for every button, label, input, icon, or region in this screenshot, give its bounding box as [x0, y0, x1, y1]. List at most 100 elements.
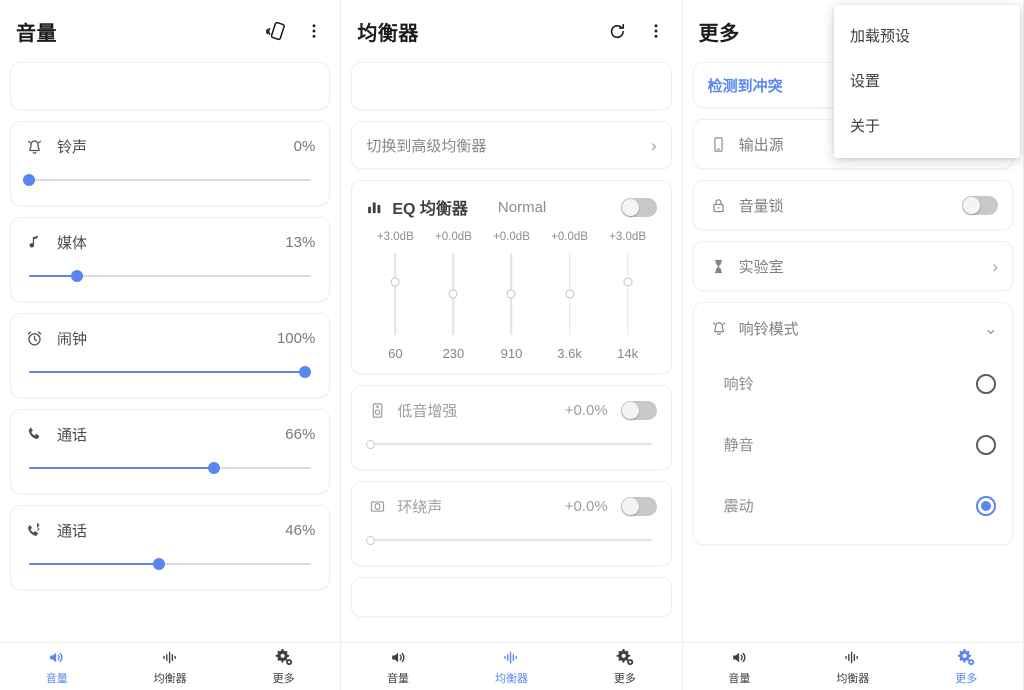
shake-phone-icon[interactable] — [264, 19, 288, 43]
nav-label: 均衡器 — [154, 670, 187, 686]
conflict-label: 检测到冲突 — [708, 75, 783, 96]
more-vert-icon[interactable] — [302, 19, 326, 43]
eq-preset-name[interactable]: Normal — [498, 199, 621, 216]
phone-call-icon — [25, 423, 49, 445]
equalizer-header-actions — [606, 19, 668, 43]
nav-label: 更多 — [955, 670, 977, 686]
chevron-right-icon: › — [992, 258, 998, 275]
volume-row-label: 通话 — [57, 424, 285, 445]
ring-mode-header[interactable]: 响铃模式 ⌄ — [694, 303, 1012, 353]
nav-label: 更多 — [614, 670, 636, 686]
eq-band-slider[interactable] — [541, 251, 599, 337]
volume-row-label: 闹钟 — [57, 328, 277, 349]
equalizer-placeholder-card — [351, 62, 671, 110]
eq-band-slider[interactable] — [482, 251, 540, 337]
volume-body: 铃声 0% 媒体 13% — [0, 62, 340, 643]
ring-mode-option[interactable]: 震动 — [694, 475, 1012, 536]
volume-slider[interactable] — [25, 363, 315, 381]
nav-item-equalizer[interactable]: 均衡器 — [113, 647, 226, 686]
slider-knob — [23, 174, 35, 186]
volume-slider-card[interactable]: 铃声 0% — [10, 121, 330, 206]
volume-slider-card[interactable]: 媒体 13% — [10, 217, 330, 302]
bass-boost-card: 低音增强 +0.0% — [351, 385, 671, 470]
eq-band-slider[interactable] — [424, 251, 482, 337]
nav-label: 音量 — [728, 670, 750, 686]
eq-band-knob — [449, 290, 458, 299]
eq-gain-label: +0.0dB — [482, 231, 540, 243]
nav-item-volume[interactable]: 音量 — [683, 647, 796, 686]
nav-item-more[interactable]: 更多 — [910, 647, 1023, 686]
lock-icon — [708, 194, 730, 216]
nav-item-volume[interactable]: 音量 — [341, 647, 454, 686]
eq-band-sliders — [366, 251, 656, 337]
radio-button[interactable] — [976, 374, 996, 394]
volume-lock-toggle[interactable] — [962, 196, 998, 215]
bottom-nav-more: 音量 均衡器 — [683, 642, 1023, 690]
menu-item-settings[interactable]: 设置 — [834, 58, 1020, 103]
volume-lock-card[interactable]: 音量锁 — [693, 180, 1013, 230]
eq-gain-label: +3.0dB — [366, 231, 424, 243]
nav-item-volume[interactable]: 音量 — [0, 647, 113, 686]
eq-band-knob — [507, 290, 516, 299]
bottom-nav-equalizer: 音量 均衡器 — [341, 642, 681, 690]
app-root: 音量 — [0, 0, 1024, 690]
volume-icon — [730, 647, 749, 667]
toggle-knob — [622, 498, 639, 515]
nav-item-equalizer[interactable]: 均衡器 — [796, 647, 909, 686]
volume-row-header: 媒体 13% — [25, 231, 315, 253]
bass-boost-toggle[interactable] — [621, 401, 657, 420]
slider-knob — [299, 366, 311, 378]
ring-mode-option-label: 响铃 — [724, 373, 976, 394]
eq-band-slider[interactable] — [366, 251, 424, 337]
refresh-icon[interactable] — [606, 19, 630, 43]
radio-button-selected[interactable] — [976, 496, 996, 516]
chevron-down-icon: ⌄ — [984, 320, 998, 337]
phone-device-icon — [708, 133, 730, 155]
equalizer-header: 均衡器 — [341, 0, 681, 62]
volume-row-value: 13% — [285, 234, 315, 251]
eq-band-slider[interactable] — [599, 251, 657, 337]
toggle-knob — [963, 197, 980, 214]
eq-freq-label: 910 — [482, 346, 540, 361]
volume-slider-card[interactable]: 通话 46% — [10, 505, 330, 590]
nav-item-more[interactable]: 更多 — [568, 647, 681, 686]
slider-knob — [208, 462, 220, 474]
surround-slider[interactable] — [366, 531, 656, 549]
slider-fill — [29, 467, 215, 469]
bass-boost-slider[interactable] — [366, 435, 656, 453]
surround-toggle[interactable] — [621, 497, 657, 516]
volume-row-value: 100% — [277, 330, 315, 347]
eq-title: EQ 均衡器 — [392, 195, 468, 219]
radio-button[interactable] — [976, 435, 996, 455]
lab-label: 实验室 — [739, 256, 993, 277]
ring-mode-option[interactable]: 静音 — [694, 414, 1012, 475]
equalizer-next-card — [351, 577, 671, 617]
volume-slider[interactable] — [25, 171, 315, 189]
menu-item-load-preset[interactable]: 加载预设 — [834, 13, 1020, 58]
settings-icon — [274, 647, 294, 667]
volume-slider-card[interactable]: 闹钟 100% — [10, 313, 330, 398]
nav-label: 音量 — [46, 670, 68, 686]
bottom-nav-volume: 音量 均衡器 — [0, 642, 340, 690]
equalizer-icon — [502, 647, 521, 667]
more-vert-icon[interactable] — [644, 19, 668, 43]
volume-slider[interactable] — [25, 267, 315, 285]
volume-slider[interactable] — [25, 459, 315, 477]
nav-item-equalizer[interactable]: 均衡器 — [455, 647, 568, 686]
ring-mode-label: 响铃模式 — [739, 318, 984, 339]
slider-track — [29, 179, 311, 181]
lab-card[interactable]: 实验室 › — [693, 241, 1013, 291]
advanced-equalizer-row[interactable]: 切换到高级均衡器 › — [351, 121, 671, 169]
menu-item-about[interactable]: 关于 — [834, 103, 1020, 148]
volume-slider[interactable] — [25, 555, 315, 573]
nav-item-more[interactable]: 更多 — [227, 647, 340, 686]
bass-boost-label: 低音增强 — [397, 400, 564, 421]
page-title: 音量 — [16, 17, 264, 46]
eq-band-knob — [565, 290, 574, 299]
ring-mode-option[interactable]: 响铃 — [694, 353, 1012, 414]
volume-row-label: 铃声 — [57, 136, 294, 157]
volume-row-label: 通话 — [57, 520, 285, 541]
volume-row-value: 0% — [294, 138, 316, 155]
eq-enable-toggle[interactable] — [621, 198, 657, 217]
volume-slider-card[interactable]: 通话 66% — [10, 409, 330, 494]
